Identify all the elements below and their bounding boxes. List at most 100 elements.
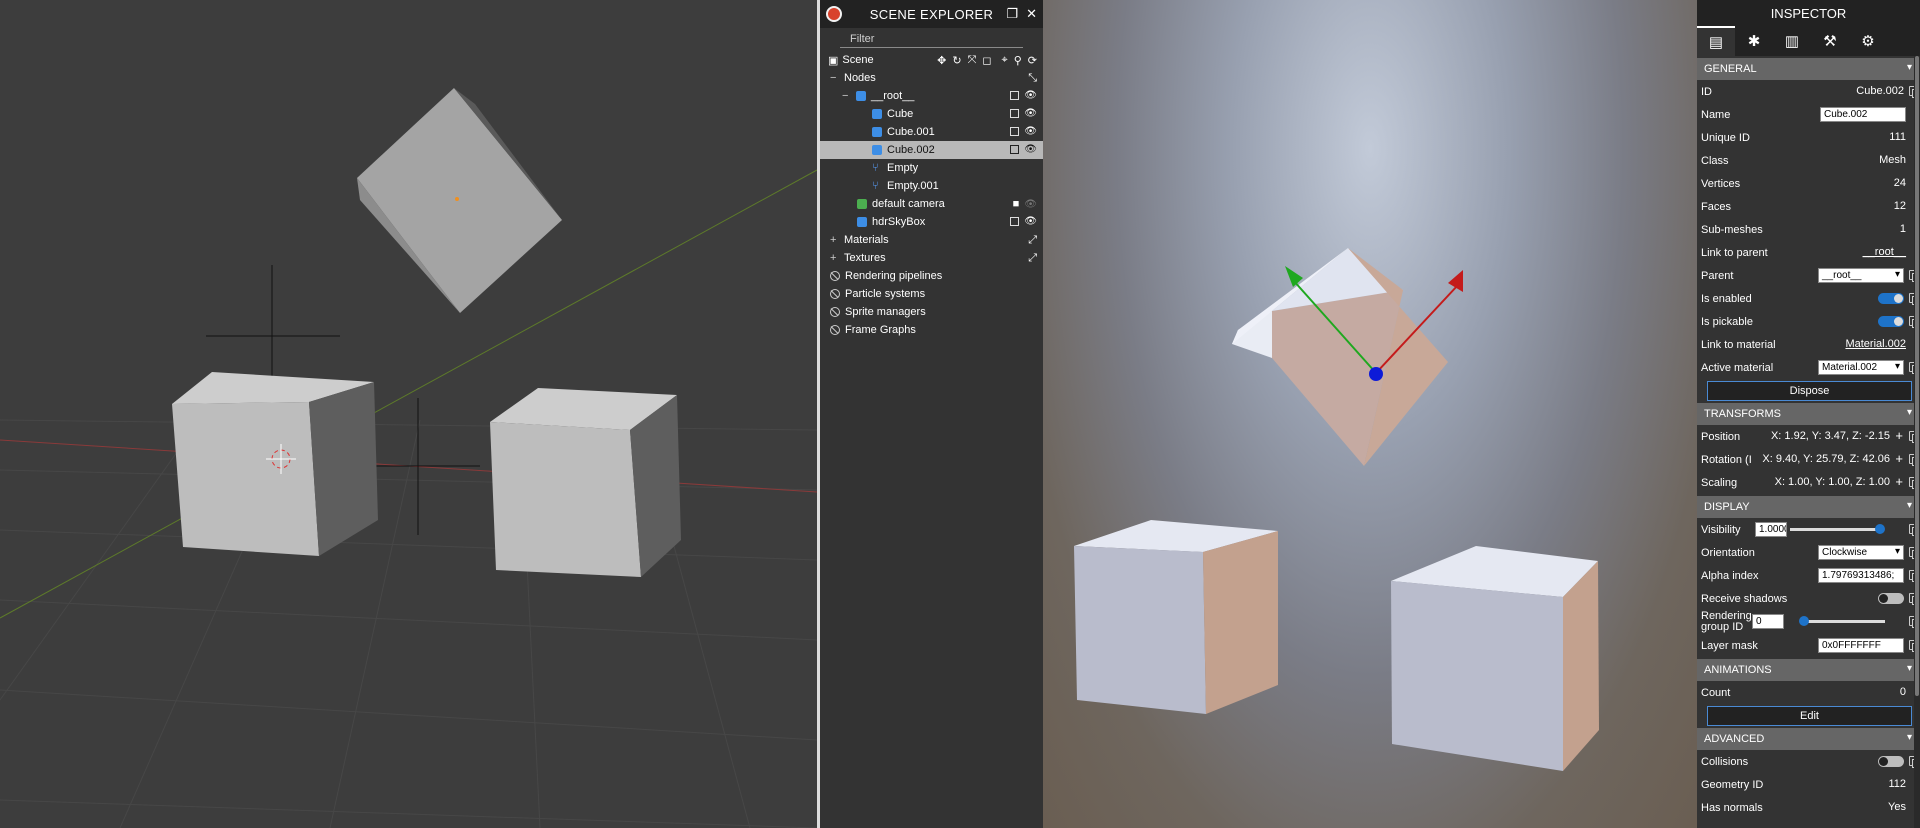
tree-item[interactable]: ⑂ Empty.001 bbox=[820, 177, 1043, 195]
active-material-select[interactable]: Material.002 bbox=[1818, 360, 1904, 375]
collapse-icon[interactable]: − bbox=[842, 90, 856, 102]
bbox-checkbox[interactable] bbox=[1010, 91, 1020, 100]
babylon-logo-icon bbox=[826, 6, 842, 22]
edit-button[interactable]: Edit bbox=[1707, 706, 1912, 726]
properties-tab-icon[interactable]: ▤ bbox=[1697, 26, 1735, 56]
is-enabled-toggle[interactable] bbox=[1878, 293, 1904, 304]
expand-plus-icon[interactable]: + bbox=[1895, 428, 1903, 443]
gizmo-scale-icon[interactable]: ⤧ bbox=[968, 54, 977, 67]
tree-sprite-managers[interactable]: Sprite managers bbox=[820, 303, 1043, 321]
tree-frame-graphs[interactable]: Frame Graphs bbox=[820, 321, 1043, 339]
expand-plus-icon[interactable]: + bbox=[1895, 474, 1903, 489]
debug-tab-icon[interactable]: ✱ bbox=[1735, 26, 1773, 56]
expand-icon[interactable]: + bbox=[830, 234, 844, 246]
eye-icon[interactable]: 👁 bbox=[1024, 199, 1037, 210]
bbox-checkbox[interactable] bbox=[1010, 109, 1020, 118]
dispose-button[interactable]: Dispose bbox=[1707, 381, 1912, 401]
scrollbar-thumb[interactable] bbox=[1915, 56, 1919, 696]
parent-link[interactable]: __root__ bbox=[1863, 246, 1906, 258]
bbox-checkbox[interactable] bbox=[1010, 145, 1020, 154]
gizmo-rotate-icon[interactable]: ↻ bbox=[952, 54, 961, 67]
tree-item[interactable]: ⑂ Empty bbox=[820, 159, 1043, 177]
visibility-input[interactable]: 1.0000 bbox=[1755, 522, 1787, 537]
tools-tab-icon[interactable]: ⚒ bbox=[1811, 26, 1849, 56]
filter-input[interactable]: Filter bbox=[840, 30, 1023, 48]
section-general[interactable]: GENERAL ▾ bbox=[1697, 58, 1920, 80]
layer-mask-input[interactable]: 0x0FFFFFFF bbox=[1818, 638, 1904, 653]
expand-icon[interactable]: + bbox=[830, 252, 844, 264]
section-display[interactable]: DISPLAY ▾ bbox=[1697, 496, 1920, 518]
scene-explorer-panel: SCENE EXPLORER ❐ ✕ Filter ▣ Scene ✥ ↻ ⤧ … bbox=[820, 0, 1043, 828]
grid-lines bbox=[0, 419, 817, 828]
slider-knob[interactable] bbox=[1875, 524, 1885, 534]
orientation-select[interactable]: Clockwise bbox=[1818, 545, 1904, 560]
statistics-tab-icon[interactable]: ▥ bbox=[1773, 26, 1811, 56]
parent-select[interactable]: __root__ bbox=[1818, 268, 1904, 283]
name-input[interactable]: Cube.002 bbox=[1820, 107, 1906, 122]
refresh-icon[interactable]: ⟳ bbox=[1028, 54, 1037, 67]
tree-textures[interactable]: + Textures ⤢ bbox=[820, 249, 1043, 267]
settings-tab-icon[interactable]: ⚙ bbox=[1849, 26, 1887, 56]
tree-item[interactable]: Cube 👁 bbox=[820, 105, 1043, 123]
section-animations[interactable]: ANIMATIONS ▾ bbox=[1697, 659, 1920, 681]
section-title: GENERAL bbox=[1704, 63, 1757, 75]
prop-label: Geometry ID bbox=[1701, 778, 1764, 791]
babylon-viewport[interactable] bbox=[1043, 0, 1697, 828]
tree-skybox[interactable]: hdrSkyBox 👁 bbox=[820, 213, 1043, 231]
tree-scene[interactable]: ▣ Scene ✥ ↻ ⤧ ◻ ⌖ ⚲ ⟳ bbox=[820, 51, 1043, 69]
eye-icon[interactable]: 👁 bbox=[1024, 90, 1037, 101]
material-link[interactable]: Material.002 bbox=[1845, 338, 1906, 350]
tree-nodes[interactable]: − Nodes ⤡ bbox=[820, 69, 1043, 87]
gizmo-bbox-icon[interactable]: ◻ bbox=[982, 54, 991, 67]
close-icon[interactable]: ✕ bbox=[1026, 6, 1037, 22]
prop-vertices: Vertices 24 bbox=[1697, 172, 1920, 195]
position-value: X: 1.92, Y: 3.47, Z: -2.15 bbox=[1770, 430, 1890, 442]
section-transforms[interactable]: TRANSFORMS ▾ bbox=[1697, 403, 1920, 425]
disabled-icon bbox=[830, 289, 840, 299]
prop-value: Mesh bbox=[1879, 154, 1906, 166]
expand-plus-icon[interactable]: + bbox=[1895, 451, 1903, 466]
rendering-group-slider[interactable] bbox=[1799, 616, 1885, 626]
tree-rendering-pipelines[interactable]: Rendering pipelines bbox=[820, 267, 1043, 285]
prop-label: Orientation bbox=[1701, 546, 1755, 559]
video-camera-icon[interactable]: ■ bbox=[1013, 198, 1020, 210]
rendering-group-input[interactable]: 0 bbox=[1752, 614, 1784, 629]
gizmo-translate-icon[interactable]: ✥ bbox=[937, 54, 946, 67]
prop-label: Faces bbox=[1701, 200, 1731, 213]
marker-icon[interactable]: ⚲ bbox=[1014, 54, 1022, 67]
pick-icon[interactable]: ⌖ bbox=[1002, 54, 1008, 67]
tree-materials[interactable]: + Materials ⤢ bbox=[820, 231, 1043, 249]
tree-camera[interactable]: default camera ■ 👁 bbox=[820, 195, 1043, 213]
receive-shadows-toggle[interactable] bbox=[1878, 593, 1904, 604]
expand-all-icon[interactable]: ⤡ bbox=[1028, 72, 1037, 85]
expand-all-icon[interactable]: ⤢ bbox=[1028, 252, 1037, 265]
slider-knob[interactable] bbox=[1799, 616, 1809, 626]
inspector-scrollbar[interactable] bbox=[1914, 56, 1920, 828]
tree-particle-systems[interactable]: Particle systems bbox=[820, 285, 1043, 303]
tree-root[interactable]: − __root__ 👁 bbox=[820, 87, 1043, 105]
eye-icon[interactable]: 👁 bbox=[1024, 108, 1037, 119]
collisions-toggle[interactable] bbox=[1878, 756, 1904, 767]
popout-icon[interactable]: ❐ bbox=[1006, 6, 1018, 22]
prop-parent: Parent __root__ bbox=[1697, 264, 1920, 287]
prop-value: 0 bbox=[1899, 686, 1906, 698]
visibility-slider[interactable] bbox=[1790, 524, 1885, 534]
tree-item-selected[interactable]: Cube.002 👁 bbox=[820, 141, 1043, 159]
tree-item[interactable]: Cube.001 👁 bbox=[820, 123, 1043, 141]
bbox-checkbox[interactable] bbox=[1010, 127, 1020, 136]
section-title: ADVANCED bbox=[1704, 733, 1765, 745]
eye-icon[interactable]: 👁 bbox=[1024, 216, 1037, 227]
prop-submeshes: Sub-meshes 1 bbox=[1697, 218, 1920, 241]
prop-unique-id: Unique ID 111 bbox=[1697, 126, 1920, 149]
section-advanced[interactable]: ADVANCED ▾ bbox=[1697, 728, 1920, 750]
textures-label: Textures bbox=[844, 252, 886, 264]
blender-viewport[interactable] bbox=[0, 0, 817, 828]
eye-icon[interactable]: 👁 bbox=[1024, 144, 1037, 155]
collapse-icon[interactable]: − bbox=[830, 72, 844, 84]
bbox-checkbox[interactable] bbox=[1010, 217, 1020, 226]
alpha-index-input[interactable]: 1.79769313486; bbox=[1818, 568, 1904, 583]
is-pickable-toggle[interactable] bbox=[1878, 316, 1904, 327]
eye-icon[interactable]: 👁 bbox=[1024, 126, 1037, 137]
expand-all-icon[interactable]: ⤢ bbox=[1028, 234, 1037, 247]
mesh-icon bbox=[872, 127, 882, 137]
